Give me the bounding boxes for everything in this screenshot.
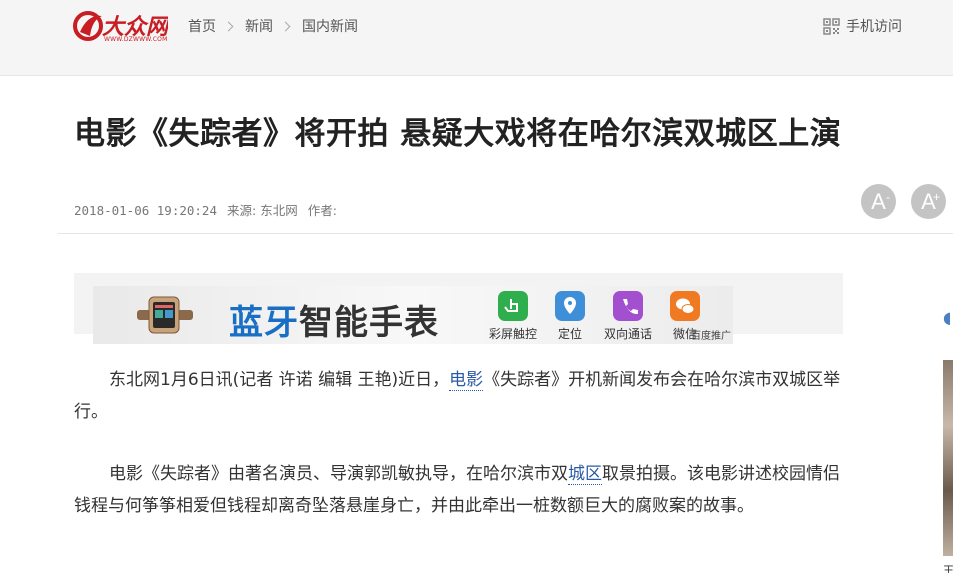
side-partial-icon: ◖ [943,308,952,327]
side-caption: 王 [943,564,953,573]
keyword-link[interactable]: 电影 [449,370,484,391]
article-paragraph: 东北网1月6日讯(记者 许诺 编辑 王艳)近日，电影《失踪者》开机新闻发布会在哈… [74,370,841,422]
article-datetime: 2018-01-06 19:20:24 [74,203,217,218]
divider [58,233,953,234]
article-title: 电影《失踪者》将开拍 悬疑大戏将在哈尔滨双城区上演 [74,116,842,152]
breadcrumb-home[interactable]: 首页 [188,16,216,36]
side-image[interactable] [943,360,953,556]
font-increase-button[interactable]: A + [911,184,946,219]
ad-feature-location: 定位 [540,291,600,342]
ad-tag: 百度推广 [691,331,731,342]
mobile-visit-link[interactable]: 手机访问 [823,16,902,36]
keyword-link[interactable]: 城区 [568,464,602,485]
phone-icon [613,291,643,321]
ad-feature-call: 双向通话 [598,291,658,342]
font-decrease-button[interactable]: A- [861,184,896,219]
breadcrumb-news[interactable]: 新闻 [245,16,273,36]
top-header: 大众网 WWW.DZWWW.COM 首页 新闻 国内新闻 手机访问 [0,0,953,76]
wechat-icon [670,291,700,321]
location-icon [555,291,585,321]
ad-feature-touch: 彩屏触控 [483,291,543,342]
article-paragraph: 电影《失踪者》由著名演员、导演郭凯敏执导，在哈尔滨市双城区取景拍摄。该电影讲述校… [74,464,840,516]
smartwatch-image [137,296,193,334]
smartwatch-ad-banner[interactable]: 蓝牙智能手表 彩屏触控 定位 双向通话 微信 百度推广 [93,286,733,344]
breadcrumb-domestic-news[interactable]: 国内新闻 [302,16,358,36]
source-label: 来源: [227,203,257,218]
author-label: 作者: [307,203,337,218]
qr-code-icon [823,17,840,35]
article-source: 东北网 [260,203,298,218]
breadcrumb: 首页 新闻 国内新闻 [188,16,358,36]
mobile-visit-label: 手机访问 [846,19,902,35]
logo-url: WWW.DZWWW.COM [104,36,168,43]
touch-icon [498,291,528,321]
chevron-right-icon [280,21,291,31]
ad-headline: 蓝牙智能手表 [229,303,439,343]
article-meta: 2018-01-06 19:20:24 来源: 东北网 作者: [74,200,347,219]
chevron-right-icon [223,21,234,31]
